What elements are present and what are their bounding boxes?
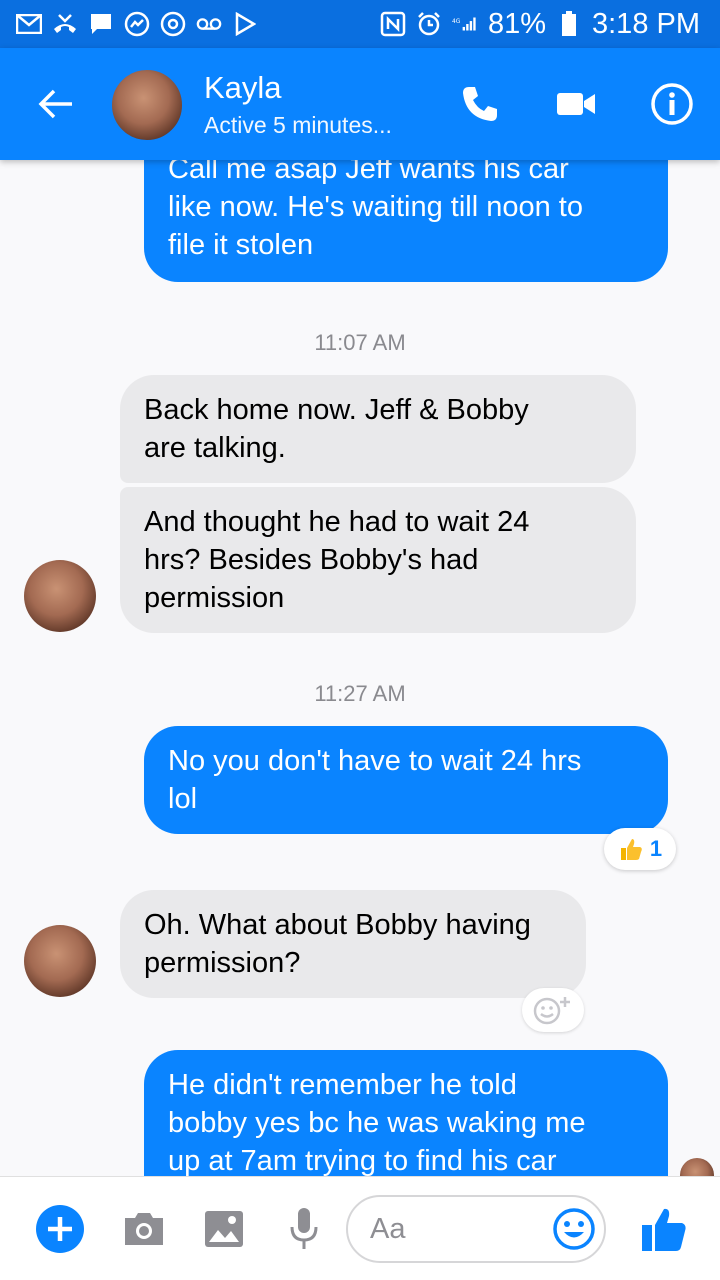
- info-icon: [651, 83, 693, 125]
- message-line: hrs? Besides Bobby's had: [144, 544, 479, 576]
- message-input-placeholder: Aa: [370, 1213, 406, 1245]
- message-line: lol: [168, 783, 198, 815]
- message-line: permission?: [144, 947, 301, 979]
- battery-icon: [556, 11, 582, 37]
- thumbs-up-emoji-icon: [620, 839, 642, 860]
- back-button[interactable]: [30, 78, 82, 130]
- emoji-icon: [553, 1208, 595, 1250]
- incoming-message[interactable]: Back home now. Jeff & Bobby are talking.: [120, 375, 636, 483]
- voice-call-button[interactable]: [456, 80, 504, 128]
- incoming-message[interactable]: Oh. What about Bobby having permission?: [120, 890, 586, 998]
- system-status: 4G 81% 3:18 PM: [380, 8, 700, 41]
- status-bar: 4G 81% 3:18 PM: [0, 0, 720, 48]
- voice-message-button[interactable]: [278, 1203, 330, 1255]
- back-arrow-icon: [38, 89, 72, 119]
- more-options-button[interactable]: [34, 1203, 86, 1255]
- message-reaction[interactable]: 1: [604, 828, 676, 870]
- nfc-icon: [380, 11, 406, 37]
- message-line: file it stolen: [168, 229, 314, 261]
- video-camera-icon: [557, 93, 595, 115]
- messenger-icon: [124, 11, 150, 37]
- incoming-message[interactable]: And thought he had to wait 24 hrs? Besid…: [120, 487, 636, 633]
- message-line: Oh. What about Bobby having: [144, 909, 531, 941]
- clock: 3:18 PM: [592, 7, 700, 40]
- gallery-button[interactable]: [198, 1203, 250, 1255]
- message-line: like now. He's waiting till noon to: [168, 191, 583, 223]
- contact-avatar[interactable]: [110, 68, 184, 142]
- message-line: permission: [144, 582, 285, 614]
- seen-avatar: [680, 1158, 714, 1176]
- thumbs-up-icon: [642, 1208, 686, 1251]
- timestamp: 11:07 AM: [314, 330, 406, 355]
- message-input[interactable]: Aa: [346, 1195, 606, 1263]
- outgoing-message[interactable]: Call me asap Jeff wants his car like now…: [144, 160, 668, 282]
- message-line: Call me asap Jeff wants his car: [168, 160, 569, 185]
- reaction-count: 1: [649, 836, 663, 861]
- phone-icon: [463, 87, 497, 121]
- contact-name[interactable]: Kayla: [204, 70, 282, 106]
- composer-bar: Aa: [0, 1176, 720, 1280]
- alarm-icon: [416, 11, 442, 37]
- video-call-button[interactable]: [552, 80, 600, 128]
- message-line: are talking.: [144, 432, 286, 464]
- camera-button[interactable]: [118, 1203, 170, 1255]
- message-list[interactable]: Call me asap Jeff wants his car like now…: [0, 160, 720, 1176]
- voicemail-icon: [196, 11, 222, 37]
- notification-icons: [16, 11, 258, 37]
- plus-icon: [36, 1205, 84, 1253]
- conversation-header: Kayla Active 5 minutes...: [0, 48, 720, 160]
- info-button[interactable]: [648, 80, 696, 128]
- email-icon: [16, 11, 42, 37]
- battery-percent: 81%: [487, 7, 546, 40]
- message-line: up at 7am trying to find his car: [168, 1145, 557, 1176]
- contact-avatar[interactable]: [24, 560, 96, 632]
- outgoing-message[interactable]: No you don't have to wait 24 hrs lol: [144, 726, 668, 834]
- contact-active-status: Active 5 minutes...: [204, 112, 392, 138]
- message-line: And thought he had to wait 24: [144, 506, 530, 538]
- messenger-icon: [160, 11, 186, 37]
- outgoing-message[interactable]: He didn't remember he told bobby yes bc …: [144, 1050, 668, 1176]
- lte-signal-icon: 4G: [452, 11, 478, 37]
- microphone-icon: [290, 1208, 318, 1249]
- message-line: No you don't have to wait 24 hrs: [168, 745, 582, 777]
- svg-text:4G: 4G: [452, 19, 461, 25]
- contact-avatar[interactable]: [24, 925, 96, 997]
- missed-call-icon: [52, 11, 78, 37]
- timestamp: 11:27 AM: [314, 681, 406, 706]
- camera-icon: [125, 1213, 163, 1245]
- emoji-button[interactable]: [552, 1207, 596, 1251]
- message-line: bobby yes bc he was waking me: [168, 1107, 586, 1139]
- add-emoji-icon: [533, 997, 570, 1025]
- play-store-icon: [232, 11, 258, 37]
- add-reaction-button[interactable]: [522, 988, 584, 1032]
- image-icon: [205, 1211, 243, 1247]
- message-line: Back home now. Jeff & Bobby: [144, 394, 529, 426]
- like-button[interactable]: [638, 1203, 690, 1255]
- message-line: He didn't remember he told: [168, 1069, 517, 1101]
- chat-icon: [88, 11, 114, 37]
